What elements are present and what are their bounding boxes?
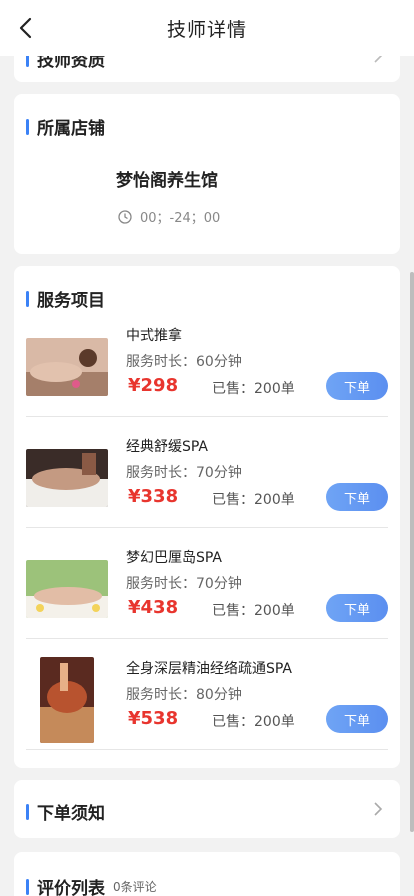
service-sold: 已售：200单 — [212, 381, 295, 397]
section-marker — [26, 118, 29, 135]
service-thumbnail — [26, 338, 108, 396]
service-sold: 已售：200单 — [212, 492, 295, 508]
service-thumbnail — [40, 657, 94, 743]
service-item[interactable]: 经典舒缓SPA 服务时长：70分钟 ¥338 已售：200单 下单 — [26, 417, 388, 528]
header: 技师详情 — [0, 0, 414, 56]
review-count: 0条评论 — [113, 880, 157, 894]
section-marker — [26, 290, 29, 307]
order-button[interactable]: 下单 — [326, 705, 388, 733]
clock-icon — [118, 209, 132, 224]
service-duration: 服务时长：60分钟 — [126, 354, 242, 370]
service-item[interactable]: 全身深层精油经络疏通SPA 服务时长：80分钟 ¥538 已售：200单 下单 — [26, 639, 388, 750]
service-duration: 服务时长：70分钟 — [126, 576, 242, 592]
section-marker — [26, 803, 29, 820]
store-name[interactable]: 梦怡阁养生馆 — [116, 166, 218, 191]
service-item[interactable]: 中式推拿 服务时长：60分钟 ¥298 已售：200单 下单 — [26, 306, 388, 417]
service-duration: 服务时长：80分钟 — [126, 687, 242, 703]
store-section-title: 所属店铺 — [26, 114, 105, 139]
service-thumbnail — [26, 560, 108, 618]
service-duration: 服务时长：70分钟 — [126, 465, 242, 481]
back-icon[interactable] — [14, 16, 38, 40]
order-button[interactable]: 下单 — [326, 372, 388, 400]
service-name: 全身深层精油经络疏通SPA — [126, 661, 293, 677]
business-hours: 00；-24；00 — [118, 207, 220, 226]
service-item[interactable]: 梦幻巴厘岛SPA 服务时长：70分钟 ¥438 已售：200单 下单 — [26, 528, 388, 639]
service-name: 中式推拿 — [126, 328, 182, 344]
order-notice-title: 下单须知 — [26, 799, 105, 824]
service-price: ¥538 — [128, 708, 179, 729]
service-sold: 已售：200单 — [212, 603, 295, 619]
business-hours-text: 00；-24；00 — [140, 211, 221, 226]
service-name: 梦幻巴厘岛SPA — [126, 550, 223, 566]
order-button[interactable]: 下单 — [326, 483, 388, 511]
service-price: ¥338 — [128, 486, 179, 507]
section-marker — [26, 878, 29, 895]
services-card: 服务项目 中式推拿 服务时长：60分钟 ¥298 已售：200单 下单 经典舒缓… — [14, 266, 400, 768]
service-price: ¥298 — [128, 375, 179, 396]
reviews-card: 评价列表 0条评论 — [14, 852, 400, 896]
divider — [26, 749, 388, 750]
chevron-right-icon[interactable] — [371, 802, 385, 816]
order-notice-card[interactable]: 下单须知 — [14, 780, 400, 838]
service-sold: 已售：200单 — [212, 714, 295, 730]
service-price: ¥438 — [128, 597, 179, 618]
service-thumbnail — [26, 449, 108, 507]
order-button[interactable]: 下单 — [326, 594, 388, 622]
store-card: 所属店铺 梦怡阁养生馆 00；-24；00 — [14, 94, 400, 254]
service-name: 经典舒缓SPA — [126, 439, 209, 455]
scrollbar[interactable] — [410, 272, 414, 832]
page-title: 技师详情 — [166, 18, 247, 41]
reviews-section-title: 评价列表 0条评论 — [26, 874, 157, 896]
